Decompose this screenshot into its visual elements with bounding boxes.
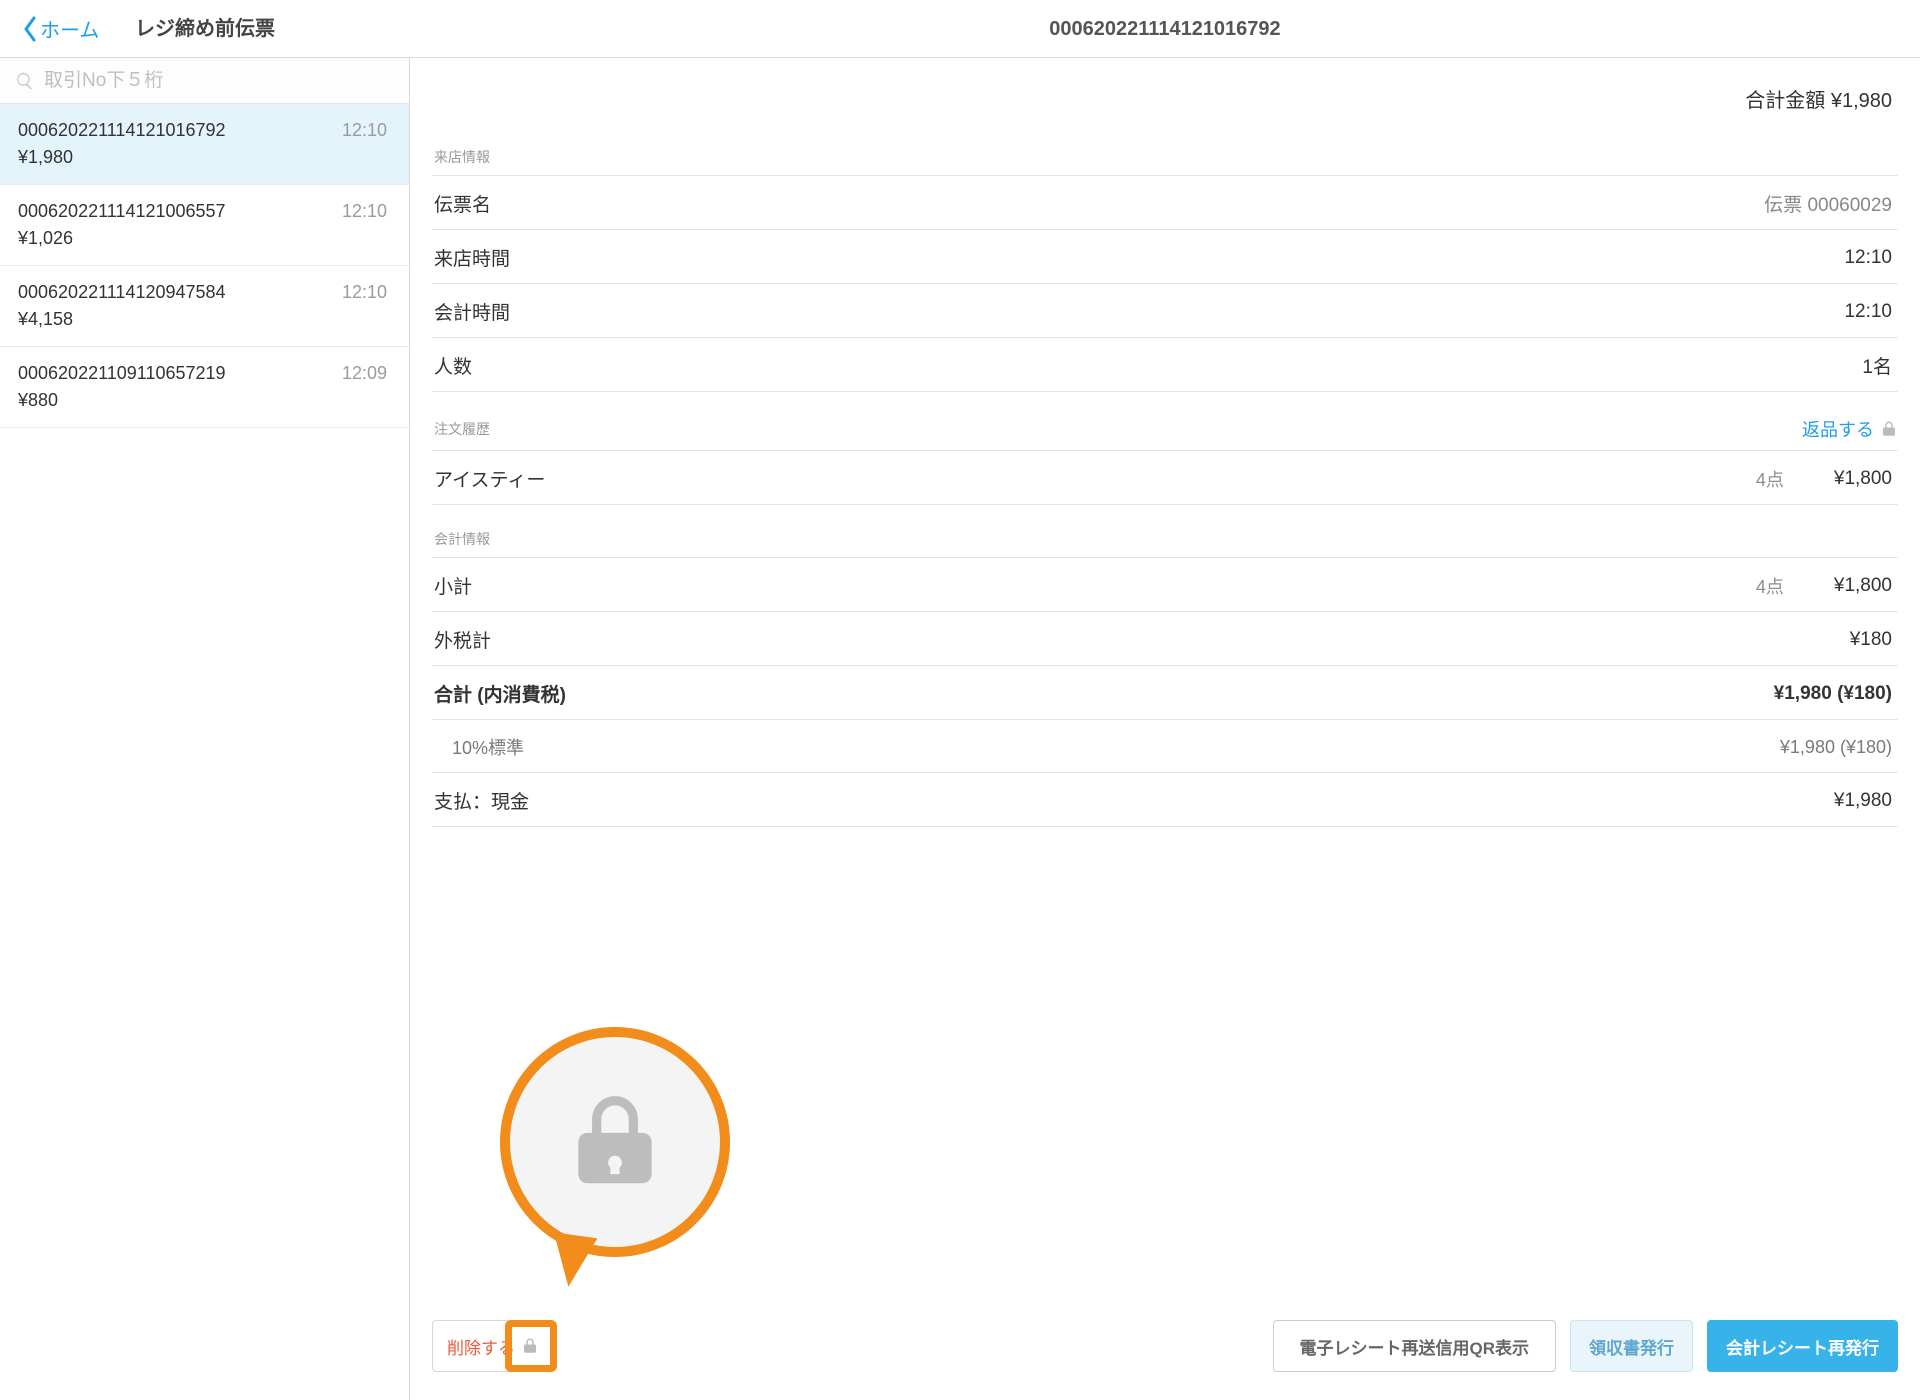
qr-label: 電子レシート再送信用QR表示 xyxy=(1300,1334,1530,1359)
back-label: ホーム xyxy=(40,14,99,43)
reprint-button[interactable]: 会計レシート再発行 xyxy=(1707,1320,1898,1372)
row-people: 人数 1名 xyxy=(432,338,1898,392)
transaction-time: 12:10 xyxy=(342,120,387,141)
order-name: アイスティー xyxy=(434,465,545,492)
transaction-time: 12:09 xyxy=(342,363,387,384)
transaction-item[interactable]: 000620221109110657219 ¥880 12:09 xyxy=(0,347,409,428)
visit-time-value: 12:10 xyxy=(1844,247,1892,269)
row-subtotal: 小計 4点 ¥1,800 xyxy=(432,557,1898,612)
people-label: 人数 xyxy=(434,352,472,379)
total-label: 合計 (内消費税) xyxy=(434,680,566,707)
people-value: 1名 xyxy=(1862,352,1892,379)
transaction-item[interactable]: 000620221114120947584 ¥4,158 12:10 xyxy=(0,266,409,347)
visit-time-label: 来店時間 xyxy=(434,244,510,271)
return-label: 返品する xyxy=(1802,416,1874,442)
detail-pane: 合計金額 ¥1,980 来店情報 伝票名 伝票 00060029 来店時間 12… xyxy=(410,58,1920,1400)
row-total: 合計 (内消費税) ¥1,980 (¥180) xyxy=(432,666,1898,720)
section-visit-label: 来店情報 xyxy=(432,147,1898,167)
chevron-left-icon xyxy=(22,16,38,42)
checkout-time-value: 12:10 xyxy=(1844,301,1892,323)
subtotal-label: 小計 xyxy=(434,572,472,599)
transaction-time: 12:10 xyxy=(342,201,387,222)
section-orders-label: 注文履歴 返品する xyxy=(432,416,1898,442)
search-icon xyxy=(15,71,35,91)
subtotal-qty: 4点 xyxy=(1756,573,1784,599)
transaction-amount: ¥1,026 xyxy=(18,228,391,249)
back-button[interactable]: ホーム xyxy=(0,14,99,43)
checkout-time-label: 会計時間 xyxy=(434,298,510,325)
transaction-item[interactable]: 000620221114121016792 ¥1,980 12:10 xyxy=(0,104,409,185)
standard-label: 10%標準 xyxy=(434,734,524,760)
total-value: ¥1,980 (¥180) xyxy=(1774,683,1892,705)
top-bar: ホーム レジ締め前伝票 000620221114121016792 xyxy=(0,0,1920,58)
transaction-item[interactable]: 000620221114121006557 ¥1,026 12:10 xyxy=(0,185,409,266)
order-amount: ¥1,800 xyxy=(1834,468,1892,490)
orders-heading: 注文履歴 xyxy=(434,419,490,439)
ext-tax-value: ¥180 xyxy=(1850,629,1892,651)
footer: 削除する 電子レシート再送信用QR表示 領収書発行 会計レシート再発行 xyxy=(410,1300,1920,1400)
grand-total-value: ¥1,980 xyxy=(1831,90,1892,112)
receipt-label: 領収書発行 xyxy=(1589,1334,1674,1359)
row-ext-tax: 外税計 ¥180 xyxy=(432,612,1898,666)
lock-icon xyxy=(1880,420,1898,438)
grand-total-label: 合計金額 xyxy=(1745,90,1825,112)
sidebar: 000620221114121016792 ¥1,980 12:10 00062… xyxy=(0,58,410,1400)
paid-value: ¥1,980 xyxy=(1834,790,1892,812)
subtotal-value: ¥1,800 xyxy=(1834,575,1892,597)
transaction-amount: ¥1,980 xyxy=(18,147,391,168)
delete-button[interactable]: 削除する xyxy=(432,1320,554,1372)
row-slip-name: 伝票名 伝票 00060029 xyxy=(432,175,1898,230)
search-wrap xyxy=(0,58,409,104)
detail-title: 000620221114121016792 xyxy=(410,0,1920,58)
lock-icon xyxy=(521,1337,539,1355)
grand-total: 合計金額 ¥1,980 xyxy=(432,58,1898,123)
receipt-button[interactable]: 領収書発行 xyxy=(1570,1320,1693,1372)
qr-button[interactable]: 電子レシート再送信用QR表示 xyxy=(1273,1320,1557,1372)
row-standard-tax: 10%標準 ¥1,980 (¥180) xyxy=(432,720,1898,773)
row-paid: 支払：現金 ¥1,980 xyxy=(432,773,1898,827)
paid-label: 支払：現金 xyxy=(434,787,529,814)
row-order-item: アイスティー 4点 ¥1,800 xyxy=(432,450,1898,505)
transaction-list: 000620221114121016792 ¥1,980 12:10 00062… xyxy=(0,104,409,1400)
transaction-amount: ¥4,158 xyxy=(18,309,391,330)
order-qty: 4点 xyxy=(1756,466,1784,492)
row-checkout-time: 会計時間 12:10 xyxy=(432,284,1898,338)
reprint-label: 会計レシート再発行 xyxy=(1726,1334,1879,1359)
ext-tax-label: 外税計 xyxy=(434,626,491,653)
transaction-id: 000620221114121016792 xyxy=(18,120,391,141)
slip-name-value: 伝票 00060029 xyxy=(1764,190,1892,217)
section-payment-label: 会計情報 xyxy=(432,529,1898,549)
row-visit-time: 来店時間 12:10 xyxy=(432,230,1898,284)
slip-name-label: 伝票名 xyxy=(434,190,491,217)
standard-value: ¥1,980 (¥180) xyxy=(1780,737,1892,758)
transaction-time: 12:10 xyxy=(342,282,387,303)
delete-label: 削除する xyxy=(447,1334,515,1359)
transaction-id: 000620221114121006557 xyxy=(18,201,391,222)
transaction-amount: ¥880 xyxy=(18,390,391,411)
search-input[interactable] xyxy=(0,58,409,104)
sidebar-title: レジ締め前伝票 xyxy=(135,0,275,58)
transaction-id: 000620221109110657219 xyxy=(18,363,391,384)
return-button[interactable]: 返品する xyxy=(1802,416,1898,442)
transaction-id: 000620221114120947584 xyxy=(18,282,391,303)
